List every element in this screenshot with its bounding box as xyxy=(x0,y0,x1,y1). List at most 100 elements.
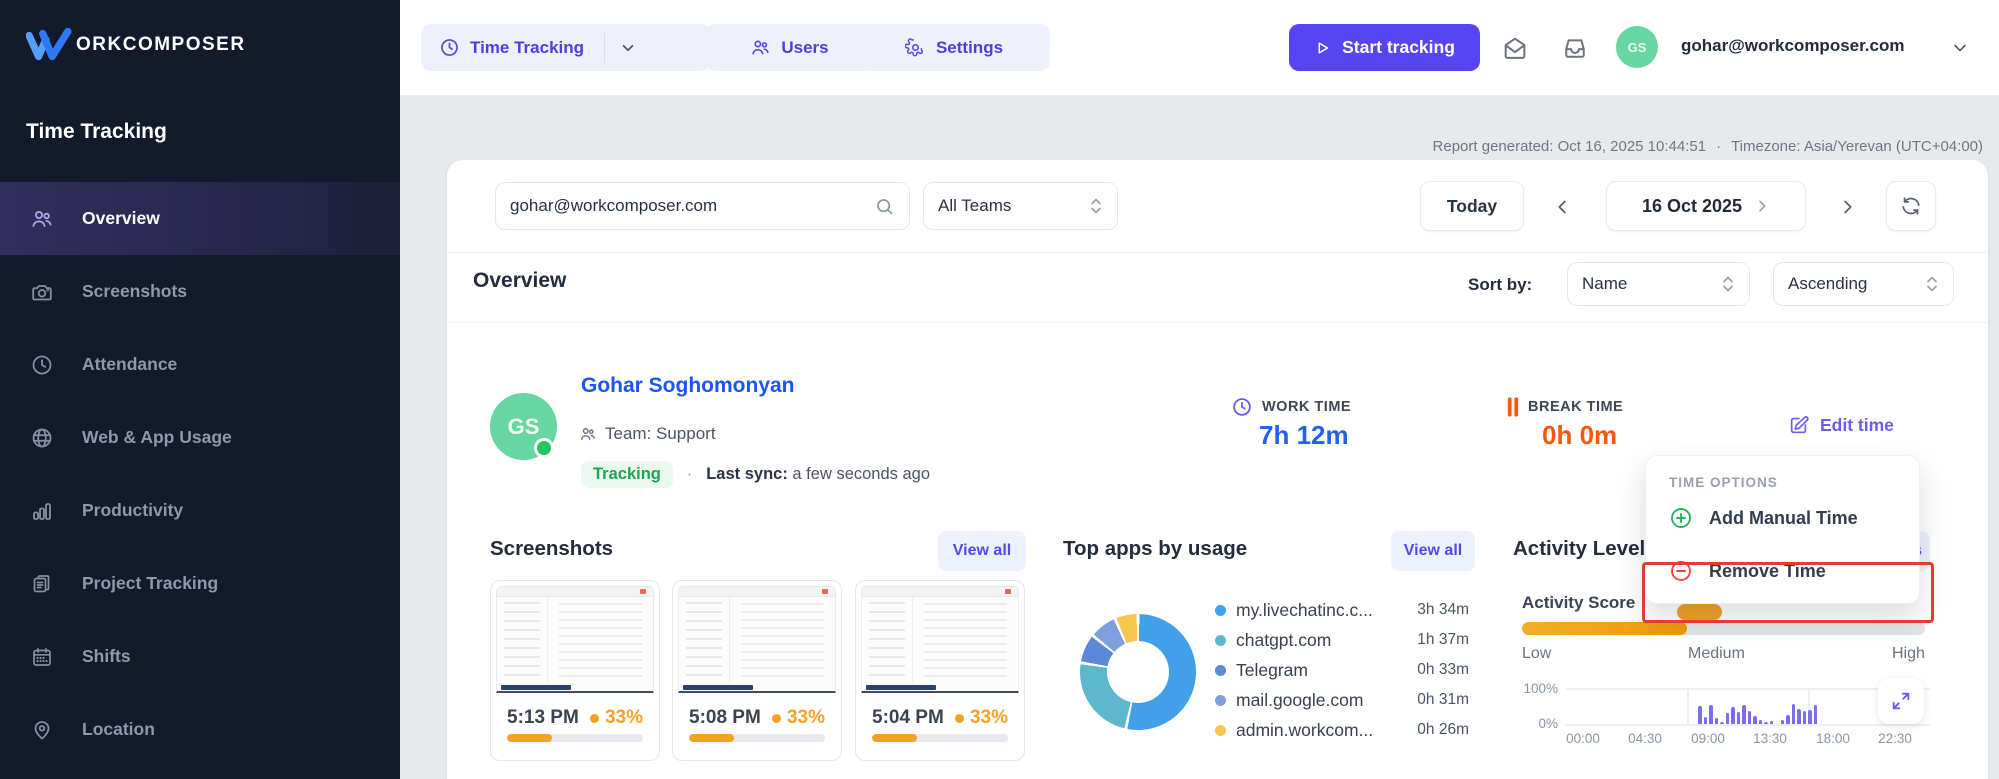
search-input[interactable]: gohar@workcomposer.com xyxy=(495,182,910,230)
preview-sidebar-lines xyxy=(679,597,730,683)
select-chevrons-icon xyxy=(1925,275,1939,293)
gridline-vertical xyxy=(1687,688,1689,724)
y-axis-0-label: 0% xyxy=(1518,716,1558,731)
user-status-row: Tracking · Last sync: a few seconds ago xyxy=(581,461,930,488)
start-tracking-button[interactable]: Start tracking xyxy=(1289,24,1480,71)
sidebar-item-location[interactable]: Location xyxy=(0,693,400,766)
avatar-initials: GS xyxy=(1628,40,1647,55)
sidebar-item-web-app-usage[interactable]: Web & App Usage xyxy=(0,401,400,474)
screenshots-view-all-button[interactable]: View all xyxy=(938,531,1026,571)
account-avatar[interactable]: GS xyxy=(1616,26,1658,68)
time-options-menu: TIME OPTIONS Add Manual Time Remove Time xyxy=(1645,455,1920,604)
time-tracking-menu-button[interactable]: Time Tracking xyxy=(421,24,711,71)
workcomposer-logo: ORKCOMPOSER xyxy=(26,28,246,62)
screenshot-activity-bar xyxy=(689,734,825,742)
activity-dot-icon xyxy=(590,714,599,723)
minus-circle-icon xyxy=(1669,559,1693,583)
chevron-left-icon[interactable] xyxy=(1552,196,1574,218)
refresh-icon xyxy=(1900,195,1922,217)
chevron-down-icon[interactable] xyxy=(1950,38,1970,58)
screenshot-preview-image xyxy=(496,586,654,693)
inbox-icon[interactable] xyxy=(1561,34,1589,62)
mail-icon[interactable] xyxy=(1501,34,1529,62)
top-apps-section-title: Top apps by usage xyxy=(1063,537,1247,561)
expand-chart-button[interactable] xyxy=(1878,678,1924,724)
screenshots-section-title: Screenshots xyxy=(490,537,613,561)
sidebar-item-label: Project Tracking xyxy=(82,573,218,594)
app-duration: 0h 33m xyxy=(1417,661,1469,679)
preview-sidebar-lines xyxy=(497,597,548,683)
remove-time-label: Remove Time xyxy=(1709,561,1826,582)
app-duration: 0h 26m xyxy=(1417,721,1469,739)
users-nav-button[interactable]: Users xyxy=(706,24,873,71)
sidebar-item-screenshots[interactable]: Screenshots xyxy=(0,255,400,328)
add-manual-time-item[interactable]: Add Manual Time xyxy=(1669,506,1858,530)
chevron-right-icon xyxy=(1754,198,1770,214)
sort-field-value: Name xyxy=(1582,274,1627,294)
chevron-right-icon[interactable] xyxy=(1836,196,1858,218)
sidebar-item-productivity[interactable]: Productivity xyxy=(0,474,400,547)
sidebar-item-label: Shifts xyxy=(82,646,131,667)
activity-score-label: Activity Score xyxy=(1522,593,1635,613)
users-icon xyxy=(30,207,54,231)
sidebar-section-title: Time Tracking xyxy=(26,120,167,144)
screenshot-meta-row: 5:13 PM 33% xyxy=(491,693,659,729)
screenshot-activity-bar xyxy=(507,734,643,742)
sort-direction-select[interactable]: Ascending xyxy=(1773,262,1954,306)
break-time-pause-icon xyxy=(1504,396,1522,418)
work-time-clock-icon xyxy=(1231,396,1253,418)
top-app-row: admin.workcom... 0h 26m xyxy=(1215,718,1469,742)
refresh-button[interactable] xyxy=(1886,181,1936,231)
account-email[interactable]: gohar@workcomposer.com xyxy=(1681,36,1904,56)
dot-separator: · xyxy=(1716,138,1721,155)
sidebar-item-overview[interactable]: Overview xyxy=(0,182,400,255)
edit-time-button[interactable]: Edit time xyxy=(1788,414,1894,436)
calendar-icon xyxy=(30,645,54,669)
legend-dot-icon xyxy=(1215,665,1226,676)
sidebar-item-label: Web & App Usage xyxy=(82,427,232,448)
settings-nav-button[interactable]: Settings xyxy=(858,24,1050,71)
screenshot-activity-percent: 33% xyxy=(970,707,1008,729)
date-value: 16 Oct 2025 xyxy=(1642,196,1742,217)
sidebar-item-project-tracking[interactable]: Project Tracking xyxy=(0,547,400,620)
screenshot-thumbnail[interactable]: 5:08 PM 33% xyxy=(672,580,842,761)
remove-time-item[interactable]: Remove Time xyxy=(1669,559,1826,583)
activity-bars xyxy=(1698,688,1817,724)
preview-taskbar xyxy=(683,685,753,690)
search-input-value: gohar@workcomposer.com xyxy=(510,196,874,216)
start-tracking-label: Start tracking xyxy=(1342,37,1455,58)
sidebar-item-shifts[interactable]: Shifts xyxy=(0,620,400,693)
app-name: my.livechatinc.c... xyxy=(1236,600,1417,621)
x-tick-label: 18:00 xyxy=(1816,731,1850,746)
add-manual-time-label: Add Manual Time xyxy=(1709,508,1858,529)
sort-field-select[interactable]: Name xyxy=(1567,262,1750,306)
select-chevrons-icon xyxy=(1721,275,1735,293)
preview-content-lines xyxy=(730,597,835,683)
search-icon[interactable] xyxy=(874,196,895,217)
screenshot-time: 5:08 PM xyxy=(689,707,761,729)
top-apps-view-all-button[interactable]: View all xyxy=(1391,531,1475,571)
sidebar-nav: Overview Screenshots Attendance Web & Ap… xyxy=(0,182,400,766)
screenshot-thumbnail[interactable]: 5:13 PM 33% xyxy=(490,580,660,761)
screenshot-meta-row: 5:08 PM 33% xyxy=(673,693,841,729)
date-picker-button[interactable]: 16 Oct 2025 xyxy=(1606,181,1806,231)
user-name-link[interactable]: Gohar Soghomonyan xyxy=(581,374,795,398)
top-app-row: my.livechatinc.c... 3h 34m xyxy=(1215,598,1469,622)
overview-section-title: Overview xyxy=(473,269,566,293)
app-duration: 3h 34m xyxy=(1417,601,1469,619)
preview-taskbar xyxy=(866,685,936,690)
sidebar-item-label: Productivity xyxy=(82,500,183,521)
team-icon xyxy=(579,425,597,443)
break-time-value: 0h 0m xyxy=(1542,420,1617,451)
today-button[interactable]: Today xyxy=(1420,181,1524,231)
browser-chrome-bar xyxy=(862,587,1018,597)
activity-score-bar xyxy=(1522,622,1925,635)
users-icon xyxy=(750,37,771,58)
screenshot-thumbnail[interactable]: 5:04 PM 33% xyxy=(855,580,1025,761)
last-sync-label: Last sync: xyxy=(706,465,788,483)
sidebar-item-attendance[interactable]: Attendance xyxy=(0,328,400,401)
chevron-down-icon[interactable] xyxy=(619,39,637,57)
top-app-row: chatgpt.com 1h 37m xyxy=(1215,628,1469,652)
teams-select[interactable]: All Teams xyxy=(923,182,1118,230)
logo-text: ORKCOMPOSER xyxy=(76,34,246,56)
